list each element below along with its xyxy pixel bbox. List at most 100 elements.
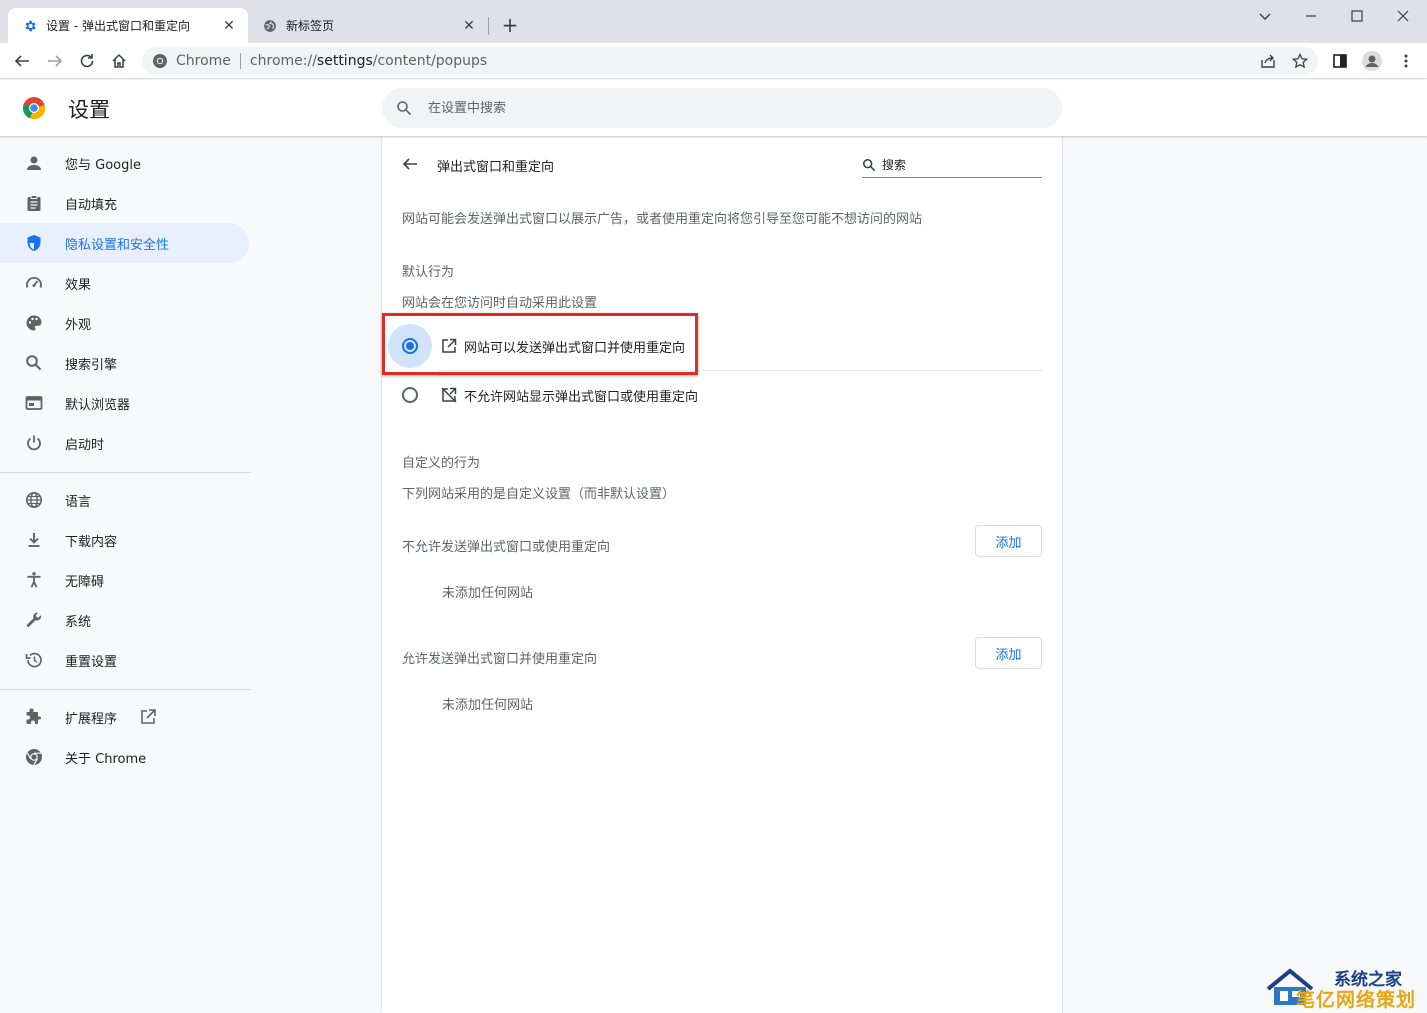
open-in-new-icon bbox=[139, 708, 157, 726]
watermark-text-bottom: 笔亿网络策划 bbox=[1296, 989, 1417, 1011]
subpage-title: 弹出式窗口和重定向 bbox=[437, 160, 555, 175]
page-title: 设置 bbox=[68, 98, 110, 122]
sidebar-divider bbox=[0, 689, 251, 690]
shield-icon bbox=[24, 233, 44, 253]
radio-button[interactable] bbox=[402, 387, 418, 403]
settings-search[interactable] bbox=[382, 88, 1062, 128]
close-window-icon[interactable] bbox=[1380, 0, 1426, 32]
browser-icon bbox=[24, 393, 44, 413]
back-arrow-icon[interactable] bbox=[400, 154, 420, 174]
popups-settings-card: 弹出式窗口和重定向 网站可能会发送弹出式窗口以展示广告，或者使用重定向将您引导至… bbox=[382, 136, 1062, 1013]
person-icon bbox=[24, 153, 44, 173]
sidebar-item-label: 您与 Google bbox=[65, 157, 141, 173]
share-icon[interactable] bbox=[1256, 49, 1280, 73]
chrome-icon bbox=[152, 53, 168, 69]
more-menu-icon[interactable] bbox=[1394, 49, 1418, 73]
sidebar-item-default-browser[interactable]: 默认浏览器 bbox=[0, 383, 249, 423]
search-icon bbox=[24, 353, 44, 373]
new-tab-button[interactable]: + bbox=[498, 13, 522, 37]
sidebar-item-label: 关于 Chrome bbox=[65, 751, 147, 767]
default-behavior-heading: 默认行为 bbox=[402, 265, 455, 280]
forward-icon[interactable] bbox=[43, 49, 67, 73]
sidebar-item-performance[interactable]: 效果 bbox=[0, 263, 249, 303]
assignment-icon bbox=[24, 193, 44, 213]
minimize-icon[interactable] bbox=[1288, 0, 1334, 32]
sidebar-item-label: 重置设置 bbox=[65, 654, 118, 670]
sidebar-item-appearance[interactable]: 外观 bbox=[0, 303, 249, 343]
allow-list-empty: 未添加任何网站 bbox=[442, 698, 534, 713]
settings-header: 设置 bbox=[0, 80, 1427, 136]
subpage-search[interactable] bbox=[862, 152, 1042, 178]
globe-icon bbox=[24, 490, 44, 510]
tab-strip: 设置 - 弹出式窗口和重定向 ✕ 新标签页 ✕ + bbox=[0, 0, 1427, 43]
maximize-icon[interactable] bbox=[1334, 0, 1380, 32]
sidebar-item-label: 自动填充 bbox=[65, 197, 118, 213]
allow-list-title: 允许发送弹出式窗口并使用重定向 bbox=[402, 652, 598, 667]
sidebar-item-about-chrome[interactable]: 关于 Chrome bbox=[0, 737, 249, 777]
sidebar-item-on-startup[interactable]: 启动时 bbox=[0, 423, 249, 463]
annotation-highlight-box bbox=[382, 313, 698, 375]
side-panel-icon[interactable] bbox=[1328, 49, 1352, 73]
settings-search-input[interactable] bbox=[428, 100, 988, 116]
sidebar-item-downloads[interactable]: 下载内容 bbox=[0, 520, 249, 560]
reload-icon[interactable] bbox=[75, 49, 99, 73]
search-icon bbox=[396, 100, 412, 116]
sidebar-item-label: 语言 bbox=[65, 494, 92, 510]
sidebar: 您与 Google 自动填充 隐私设置和安全性 效果 外观 搜索引擎 默认浏览器… bbox=[0, 136, 260, 1013]
sidebar-item-label: 隐私设置和安全性 bbox=[65, 237, 170, 253]
tab-separator bbox=[488, 17, 489, 35]
sidebar-item-system[interactable]: 系统 bbox=[0, 600, 249, 640]
puzzle-icon bbox=[24, 707, 44, 727]
tab-title: 设置 - 弹出式窗口和重定向 bbox=[46, 19, 190, 33]
power-icon bbox=[24, 433, 44, 453]
close-tab-icon[interactable]: ✕ bbox=[220, 17, 238, 35]
toolbar: Chrome chrome://settings/content/popups bbox=[0, 43, 1427, 79]
sidebar-item-label: 搜索引擎 bbox=[65, 357, 118, 373]
sidebar-item-label: 无障碍 bbox=[65, 574, 105, 590]
chrome-logo-icon bbox=[22, 96, 46, 120]
tab-settings[interactable]: 设置 - 弹出式窗口和重定向 ✕ bbox=[8, 8, 248, 43]
omnibox-url: chrome://settings/content/popups bbox=[249, 53, 488, 69]
sidebar-item-label: 默认浏览器 bbox=[65, 397, 131, 413]
custom-behavior-subtext: 下列网站采用的是自定义设置（而非默认设置） bbox=[402, 487, 676, 502]
download-icon bbox=[24, 530, 44, 550]
search-icon bbox=[862, 158, 876, 172]
wrench-icon bbox=[24, 610, 44, 630]
chrome-icon bbox=[24, 747, 44, 767]
sidebar-divider bbox=[0, 472, 251, 473]
subpage-search-input[interactable] bbox=[882, 157, 1032, 172]
profile-avatar-icon[interactable] bbox=[1360, 49, 1384, 73]
omnibox-separator bbox=[239, 53, 241, 69]
close-tab-icon[interactable]: ✕ bbox=[460, 17, 478, 35]
add-blocked-site-button[interactable]: 添加 bbox=[975, 525, 1042, 557]
sidebar-item-label: 外观 bbox=[65, 317, 92, 333]
tab-search-icon[interactable] bbox=[1242, 0, 1288, 32]
sidebar-item-label: 启动时 bbox=[65, 437, 105, 453]
sidebar-item-label: 下载内容 bbox=[65, 534, 118, 550]
tab-new-tab[interactable]: 新标签页 ✕ bbox=[248, 8, 488, 43]
radio-label: 不允许网站显示弹出式窗口或使用重定向 bbox=[464, 389, 699, 405]
watermark-logo: 系统之家 笔亿网络策划 bbox=[1266, 963, 1426, 1011]
speed-icon bbox=[24, 273, 44, 293]
sidebar-item-accessibility[interactable]: 无障碍 bbox=[0, 560, 249, 600]
add-allowed-site-button[interactable]: 添加 bbox=[975, 637, 1042, 669]
home-icon[interactable] bbox=[107, 49, 131, 73]
bookmark-star-icon[interactable] bbox=[1288, 49, 1312, 73]
sidebar-item-reset-settings[interactable]: 重置设置 bbox=[0, 640, 249, 680]
palette-icon bbox=[24, 313, 44, 333]
address-bar[interactable]: Chrome chrome://settings/content/popups bbox=[142, 47, 1318, 75]
tab-title: 新标签页 bbox=[286, 19, 335, 33]
sidebar-item-label: 扩展程序 bbox=[65, 711, 118, 727]
page-description: 网站可能会发送弹出式窗口以展示广告，或者使用重定向将您引导至您可能不想访问的网站 bbox=[402, 212, 923, 227]
default-behavior-subtext: 网站会在您访问时自动采用此设置 bbox=[402, 296, 598, 311]
sidebar-item-autofill[interactable]: 自动填充 bbox=[0, 183, 249, 223]
sidebar-item-languages[interactable]: 语言 bbox=[0, 480, 249, 520]
sidebar-item-search-engine[interactable]: 搜索引擎 bbox=[0, 343, 249, 383]
block-list-empty: 未添加任何网站 bbox=[442, 586, 534, 601]
block-list-title: 不允许发送弹出式窗口或使用重定向 bbox=[402, 540, 611, 555]
back-icon[interactable] bbox=[10, 49, 34, 73]
sidebar-item-extensions[interactable]: 扩展程序 bbox=[0, 697, 249, 737]
sidebar-item-you-and-google[interactable]: 您与 Google bbox=[0, 143, 249, 183]
sidebar-item-privacy-security[interactable]: 隐私设置和安全性 bbox=[0, 223, 249, 263]
radio-block-popups[interactable]: 不允许网站显示弹出式窗口或使用重定向 bbox=[402, 371, 1042, 419]
